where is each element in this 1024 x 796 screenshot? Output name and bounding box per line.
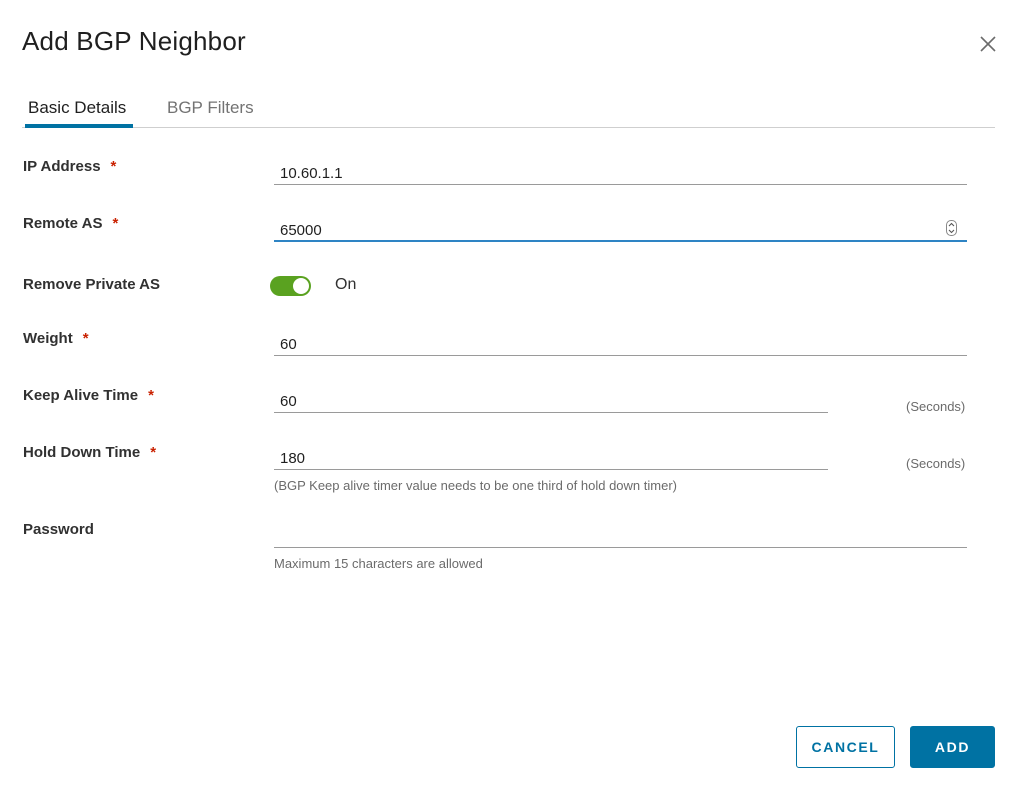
password-label: Password [23, 521, 94, 538]
keep-alive-unit-label: (Seconds) [906, 399, 966, 414]
password-input[interactable] [274, 520, 967, 547]
hold-down-time-input[interactable] [274, 442, 828, 469]
tab-basic-details[interactable]: Basic Details [28, 98, 126, 118]
hold-down-time-field [274, 442, 828, 470]
required-marker: * [112, 215, 119, 232]
close-icon [980, 36, 996, 52]
weight-input[interactable] [274, 328, 967, 355]
required-marker: * [110, 158, 117, 175]
required-marker: * [148, 387, 154, 404]
password-field [274, 520, 967, 548]
remote-as-input[interactable] [274, 214, 967, 240]
remote-as-field [274, 214, 967, 242]
required-marker: * [150, 444, 157, 461]
remote-as-label-text: Remote AS [23, 215, 103, 232]
close-button[interactable] [976, 32, 1000, 56]
add-button[interactable]: ADD [910, 726, 995, 768]
add-bgp-neighbor-dialog: Add BGP Neighbor Basic Details BGP Filte… [0, 0, 1024, 796]
hold-down-time-label: Hold Down Time * [23, 444, 156, 461]
dialog-title: Add BGP Neighbor [22, 26, 246, 56]
number-stepper-icon[interactable] [946, 220, 957, 236]
ip-address-label: IP Address * [23, 158, 116, 175]
weight-label: Weight * [23, 330, 89, 347]
keep-alive-time-field [274, 385, 828, 413]
ip-address-input[interactable] [274, 157, 967, 184]
cancel-button[interactable]: CANCEL [796, 726, 895, 768]
tab-bar: Basic Details BGP Filters [22, 90, 995, 128]
hold-down-unit-label: (Seconds) [906, 456, 966, 471]
keep-alive-time-label-text: Keep Alive Time [23, 387, 139, 404]
hold-down-hint: (BGP Keep alive timer value needs to be … [274, 478, 677, 493]
weight-label-text: Weight [23, 330, 73, 347]
remote-as-label: Remote AS * [23, 215, 118, 232]
remove-private-as-toggle[interactable] [270, 276, 311, 296]
required-marker: * [82, 330, 89, 347]
remove-private-as-label: Remove Private AS [23, 276, 161, 293]
keep-alive-time-label: Keep Alive Time * [23, 387, 154, 404]
keep-alive-time-input[interactable] [274, 385, 828, 412]
active-tab-indicator [25, 124, 133, 128]
toggle-state-label: On [335, 276, 357, 293]
hold-down-time-label-text: Hold Down Time [23, 444, 141, 461]
password-hint: Maximum 15 characters are allowed [274, 556, 483, 571]
ip-address-label-text: IP Address [23, 158, 101, 175]
weight-field [274, 328, 967, 356]
ip-address-field [274, 157, 967, 185]
toggle-knob [293, 278, 309, 294]
tab-bgp-filters[interactable]: BGP Filters [167, 98, 254, 118]
